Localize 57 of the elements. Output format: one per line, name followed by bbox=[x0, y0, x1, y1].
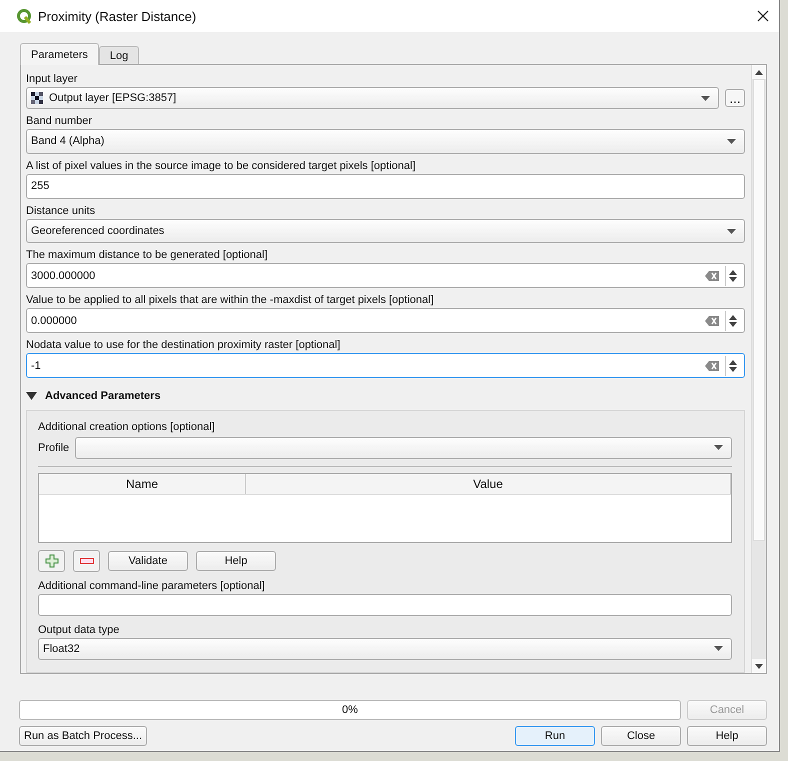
section-title: Advanced Parameters bbox=[45, 390, 161, 402]
plus-icon bbox=[44, 554, 58, 568]
field-label: Distance units bbox=[26, 204, 96, 219]
progress-bar: 0% bbox=[19, 700, 681, 720]
browse-button[interactable]: ... bbox=[725, 89, 745, 107]
field-label: Profile bbox=[38, 442, 70, 454]
tab[interactable]: Parameters bbox=[20, 43, 99, 65]
field-label: Input layer bbox=[26, 72, 78, 87]
text-field[interactable]: 255 bbox=[26, 174, 745, 199]
number-field[interactable]: 0.000000 bbox=[26, 308, 745, 334]
raster-layer-icon bbox=[31, 92, 43, 104]
dialog-button[interactable]: Run bbox=[515, 726, 595, 746]
field-label: The maximum distance to be generated [optional] bbox=[26, 248, 269, 264]
field-label: Additional creation options [optional] bbox=[38, 420, 216, 435]
clear-icon[interactable] bbox=[705, 316, 719, 326]
clear-icon[interactable] bbox=[705, 270, 719, 281]
number-field[interactable]: -1 bbox=[26, 353, 745, 378]
collapse-arrow-icon[interactable] bbox=[26, 392, 37, 400]
scrollbar[interactable] bbox=[751, 65, 766, 673]
close-icon[interactable] bbox=[757, 10, 769, 22]
dialog-button[interactable]: Help bbox=[687, 726, 767, 746]
window-title: Proximity (Raster Distance) bbox=[38, 8, 198, 24]
spin-arrows-icon[interactable] bbox=[729, 314, 737, 327]
dropdown[interactable]: Float32 bbox=[38, 638, 732, 660]
field-label: Value to be applied to all pixels that are within the -maxdist of target pixels [optional] bbox=[26, 293, 435, 308]
validate-button[interactable]: Validate bbox=[108, 550, 188, 571]
field-label: A list of pixel values in the source image to be considered target pixels [optional] bbox=[26, 158, 417, 174]
column-header[interactable]: Value bbox=[246, 474, 731, 494]
dropdown-arrow-icon bbox=[714, 445, 723, 450]
tab[interactable]: Log bbox=[98, 46, 140, 64]
add-button[interactable] bbox=[38, 550, 65, 572]
dropdown-arrow-icon bbox=[701, 96, 710, 100]
field-label: Output data type bbox=[38, 622, 120, 638]
profile-dropdown[interactable] bbox=[75, 436, 732, 459]
help-button[interactable]: Help bbox=[196, 550, 276, 571]
spin-arrows-icon[interactable] bbox=[729, 270, 737, 282]
field-label: Additional command-line parameters [optional] bbox=[38, 578, 266, 594]
spin-arrows-icon[interactable] bbox=[729, 360, 737, 372]
remove-button[interactable] bbox=[73, 550, 100, 572]
dialog-button[interactable]: Close bbox=[601, 726, 681, 746]
field-label: Band number bbox=[26, 114, 94, 129]
field-label: Nodata value to use for the destination proximity raster [optional] bbox=[26, 338, 342, 354]
clear-icon[interactable] bbox=[705, 360, 719, 371]
dropdown-arrow-icon bbox=[714, 646, 723, 652]
minus-icon bbox=[80, 558, 94, 564]
dropdown[interactable]: Band 4 (Alpha) bbox=[26, 129, 745, 154]
text-field[interactable] bbox=[38, 594, 732, 616]
scroll-down-icon[interactable] bbox=[755, 664, 763, 668]
batch-button[interactable]: Run as Batch Process... bbox=[19, 726, 147, 746]
app-logo-icon bbox=[16, 8, 32, 24]
scroll-up-icon[interactable] bbox=[755, 70, 763, 74]
layer-dropdown[interactable]: Output layer [EPSG:3857] bbox=[26, 87, 719, 109]
dropdown-arrow-icon bbox=[727, 138, 736, 144]
number-field[interactable]: 3000.000000 bbox=[26, 263, 745, 288]
dropdown-arrow-icon bbox=[727, 228, 736, 234]
column-header[interactable]: Name bbox=[39, 474, 246, 494]
dropdown[interactable]: Georeferenced coordinates bbox=[26, 218, 745, 244]
